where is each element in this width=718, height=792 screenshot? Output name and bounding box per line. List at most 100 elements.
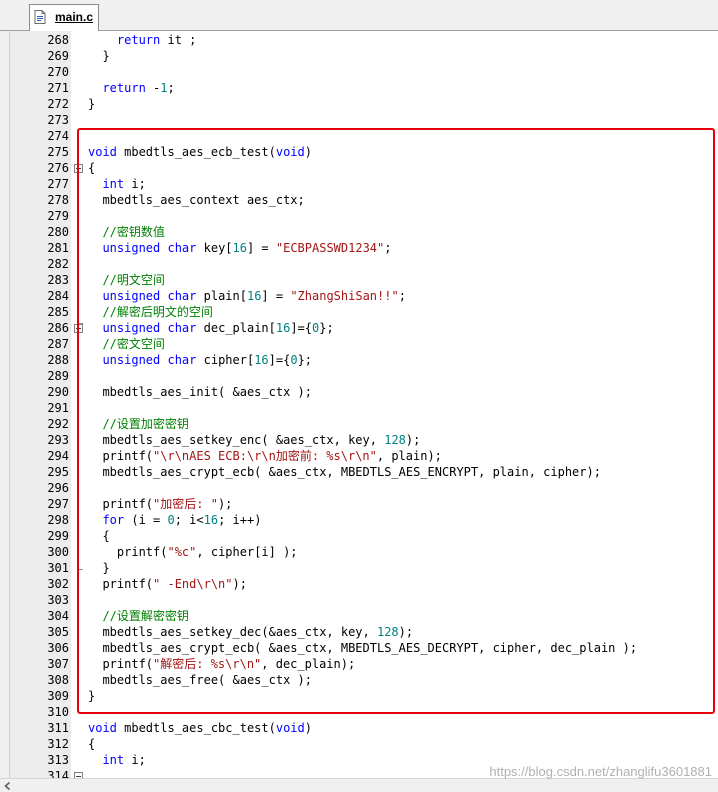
- code-token: ;: [398, 289, 406, 303]
- line-number: 312: [47, 737, 69, 751]
- line-number: 284: [47, 289, 69, 303]
- code-token: printf(: [88, 449, 154, 463]
- code-line[interactable]: 290 mbedtls_aes_init( &aes_ctx );: [0, 384, 718, 400]
- code-line[interactable]: 310: [0, 704, 718, 720]
- code-line[interactable]: 268 return it ;: [0, 32, 718, 48]
- code-line[interactable]: 297 printf("加密后: ");: [0, 496, 718, 512]
- code-line[interactable]: 308 mbedtls_aes_free( &aes_ctx );: [0, 672, 718, 688]
- line-number: 293: [47, 433, 69, 447]
- code-token: cipher[: [196, 353, 255, 367]
- line-number: 301: [47, 561, 69, 575]
- line-number: 287: [47, 337, 69, 351]
- code-line[interactable]: 299 {: [0, 528, 718, 544]
- code-line[interactable]: 300 printf("%c", cipher[i] );: [0, 544, 718, 560]
- code-line[interactable]: 302 printf(" -End\r\n");: [0, 576, 718, 592]
- code-token: };: [319, 321, 334, 335]
- code-line[interactable]: 291: [0, 400, 718, 416]
- code-token: printf(: [88, 545, 168, 559]
- line-number: 309: [47, 689, 69, 703]
- code-line[interactable]: 283 //明文空间: [0, 272, 718, 288]
- code-line[interactable]: 277 int i;: [0, 176, 718, 192]
- line-number: 291: [47, 401, 69, 415]
- code-text: }: [88, 688, 95, 704]
- code-number: 128: [376, 625, 399, 639]
- code-line[interactable]: 280 //密钥数值: [0, 224, 718, 240]
- code-token: ; i++): [218, 513, 262, 527]
- code-line[interactable]: 301 }: [0, 560, 718, 576]
- code-text: {: [88, 736, 95, 752]
- scrollbar-track[interactable]: [18, 781, 698, 790]
- code-line[interactable]: 293 mbedtls_aes_setkey_enc( &aes_ctx, ke…: [0, 432, 718, 448]
- code-line[interactable]: 284 unsigned char plain[16] = "ZhangShiS…: [0, 288, 718, 304]
- code-token: mbedtls_aes_cbc_test(: [116, 721, 276, 735]
- code-line[interactable]: 309}: [0, 688, 718, 704]
- code-line[interactable]: 298 for (i = 0; i<16; i++): [0, 512, 718, 528]
- line-number: 283: [47, 273, 69, 287]
- code-line[interactable]: 287 //密文空间: [0, 336, 718, 352]
- horizontal-scrollbar[interactable]: [0, 778, 718, 792]
- code-text: unsigned char cipher[16]={0};: [88, 352, 312, 368]
- code-editor[interactable]: 268 return it ; 269 } 270 271 return -1; 272…: [0, 31, 718, 778]
- code-line[interactable]: 271 return -1;: [0, 80, 718, 96]
- code-keyword: void: [88, 145, 117, 159]
- line-number: 307: [47, 657, 69, 671]
- line-number: 279: [47, 209, 69, 223]
- line-number: 295: [47, 465, 69, 479]
- code-line[interactable]: 272}: [0, 96, 718, 112]
- code-text: mbedtls_aes_context aes_ctx;: [88, 192, 304, 208]
- code-text: printf("加密后: ");: [88, 496, 232, 512]
- code-token: ;: [167, 81, 175, 95]
- code-line[interactable]: 275 void mbedtls_aes_ecb_test(void): [0, 144, 718, 160]
- code-token: mbedtls_aes_free( &aes_ctx );: [88, 673, 312, 687]
- code-text: for (i = 0; i<16; i++): [88, 512, 261, 528]
- code-text: unsigned char dec_plain[16]={0};: [88, 320, 334, 336]
- code-line[interactable]: 285 //解密后明文的空间: [0, 304, 718, 320]
- line-number: 268: [47, 33, 69, 47]
- line-number: 296: [47, 481, 69, 495]
- code-line[interactable]: 276 {: [0, 160, 718, 176]
- code-text: //设置加密密钥: [88, 416, 188, 432]
- code-line[interactable]: 270: [0, 64, 718, 80]
- code-token: ] =: [246, 241, 276, 255]
- code-text: printf("解密后: %s\r\n", dec_plain);: [88, 656, 355, 672]
- code-line[interactable]: 296: [0, 480, 718, 496]
- code-line[interactable]: 307 printf("解密后: %s\r\n", dec_plain);: [0, 656, 718, 672]
- code-line[interactable]: 294 printf("\r\nAES ECB:\r\n加密前: %s\r\n"…: [0, 448, 718, 464]
- code-line[interactable]: 269 }: [0, 48, 718, 64]
- code-line[interactable]: 279: [0, 208, 718, 224]
- line-number: 272: [47, 97, 69, 111]
- code-text: int i;: [88, 752, 145, 768]
- code-line[interactable]: 292 //设置加密密钥: [0, 416, 718, 432]
- line-number: 297: [47, 497, 69, 511]
- code-string: "ECBPASSWD1234": [275, 241, 385, 255]
- code-comment: //明文空间: [102, 273, 165, 287]
- code-line[interactable]: 274: [0, 128, 718, 144]
- code-line[interactable]: 305 mbedtls_aes_setkey_dec(&aes_ctx, key…: [0, 624, 718, 640]
- code-token: }: [88, 561, 110, 575]
- code-line[interactable]: 286 unsigned char dec_plain[16]={0};: [0, 320, 718, 336]
- code-line[interactable]: 303: [0, 592, 718, 608]
- code-token: ] =: [261, 289, 291, 303]
- code-line[interactable]: 281 unsigned char key[16] = "ECBPASSWD12…: [0, 240, 718, 256]
- code-line[interactable]: 288 unsigned char cipher[16]={0};: [0, 352, 718, 368]
- code-text: mbedtls_aes_crypt_ecb( &aes_ctx, MBEDTLS…: [88, 464, 601, 480]
- code-text: void mbedtls_aes_ecb_test(void): [88, 144, 312, 160]
- code-text: mbedtls_aes_setkey_dec(&aes_ctx, key, 12…: [88, 624, 413, 640]
- tab-main-c[interactable]: main.c: [29, 4, 99, 31]
- code-text: }: [88, 560, 110, 576]
- code-line[interactable]: 282: [0, 256, 718, 272]
- code-text: //解密后明文的空间: [88, 304, 212, 320]
- arrow-left-icon[interactable]: [2, 780, 14, 792]
- code-line[interactable]: 304 //设置解密密钥: [0, 608, 718, 624]
- code-line[interactable]: 278 mbedtls_aes_context aes_ctx;: [0, 192, 718, 208]
- code-line[interactable]: 312 {: [0, 736, 718, 752]
- code-line[interactable]: 306 mbedtls_aes_crypt_ecb( &aes_ctx, MBE…: [0, 640, 718, 656]
- code-line[interactable]: 273: [0, 112, 718, 128]
- code-keyword: char: [167, 289, 197, 303]
- code-line[interactable]: 289: [0, 368, 718, 384]
- code-line[interactable]: 295 mbedtls_aes_crypt_ecb( &aes_ctx, MBE…: [0, 464, 718, 480]
- code-line[interactable]: 311 void mbedtls_aes_cbc_test(void): [0, 720, 718, 736]
